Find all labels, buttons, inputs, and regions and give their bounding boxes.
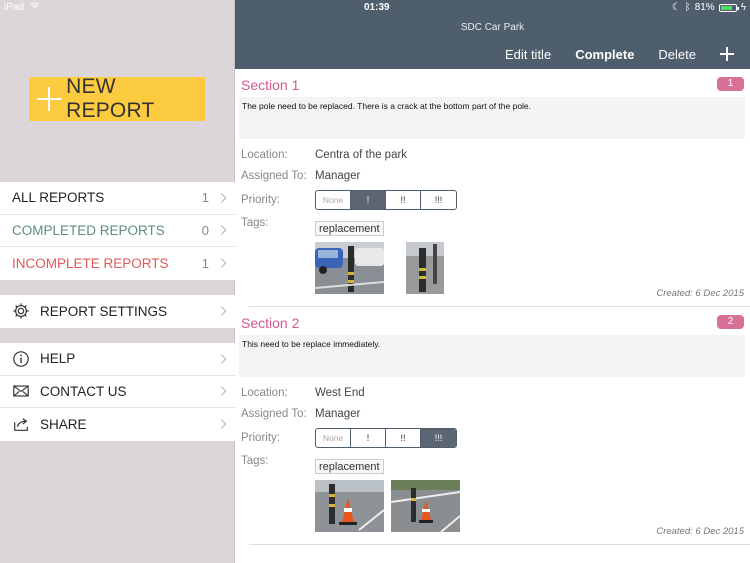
tag-chip[interactable]: replacement <box>315 221 384 236</box>
priority-low[interactable]: ! <box>351 191 386 209</box>
info-icon <box>12 350 30 368</box>
device-label: iPad <box>4 2 40 13</box>
bluetooth-icon: ᛒ <box>684 2 691 13</box>
location-value[interactable]: Centra of the park <box>315 149 407 161</box>
report-settings-label: REPORT SETTINGS <box>40 303 168 319</box>
settings-group: REPORT SETTINGS <box>0 295 235 328</box>
share-label: SHARE <box>40 416 87 432</box>
incomplete-reports-count: 1 <box>201 255 209 271</box>
created-date: Created: 6 Dec 2015 <box>656 526 744 537</box>
plus-icon <box>37 87 62 111</box>
gear-icon <box>12 302 30 320</box>
priority-medium[interactable]: !! <box>386 191 421 209</box>
report-title: SDC Car Park <box>460 22 525 33</box>
priority-low[interactable]: ! <box>351 429 386 447</box>
wifi-icon <box>30 2 40 9</box>
complete-button[interactable]: Complete <box>575 47 634 62</box>
priority-selector: None ! !! !!! <box>315 190 457 210</box>
created-date: Created: 6 Dec 2015 <box>656 288 744 299</box>
sidebar-item-completed-reports[interactable]: COMPLETED REPORTS 0 <box>0 215 235 247</box>
all-reports-count: 1 <box>201 190 209 206</box>
priority-selector: None ! !! !!! <box>315 428 457 448</box>
priority-label: Priority: <box>241 194 280 206</box>
status-right: ☾ ᛒ 81% ϟ <box>672 2 746 13</box>
charging-icon: ϟ <box>740 2 746 13</box>
assigned-to-label: Assigned To: <box>241 408 307 420</box>
chevron-right-icon <box>216 192 227 203</box>
section-divider <box>249 544 750 545</box>
section-description[interactable]: This need to be replace immediately. <box>239 335 745 377</box>
section-title: Section 1 <box>241 77 300 93</box>
nav-actions: Edit title Complete Delete <box>481 45 750 63</box>
battery-icon <box>718 3 739 12</box>
location-value[interactable]: West End <box>315 387 365 399</box>
photo-thumbnail[interactable] <box>315 480 384 532</box>
sidebar-item-report-settings[interactable]: REPORT SETTINGS <box>0 295 235 328</box>
chevron-right-icon <box>216 258 227 269</box>
priority-label: Priority: <box>241 432 280 444</box>
chevron-right-icon <box>216 386 227 397</box>
completed-reports-label: COMPLETED REPORTS <box>12 222 165 238</box>
assigned-to-value[interactable]: Manager <box>315 170 360 182</box>
priority-high[interactable]: !!! <box>421 191 456 209</box>
location-label: Location: <box>241 149 288 161</box>
location-label: Location: <box>241 387 288 399</box>
contact-us-label: CONTACT US <box>40 383 127 399</box>
all-reports-label: ALL REPORTS <box>12 190 105 206</box>
sidebar-item-contact-us[interactable]: CONTACT US <box>0 376 235 408</box>
sidebar-item-share[interactable]: SHARE <box>0 408 235 441</box>
section-card[interactable]: Section 1 1 The pole need to be replaced… <box>235 77 750 307</box>
report-list-group: ALL REPORTS 1 COMPLETED REPORTS 0 INCOMP… <box>0 182 235 280</box>
tags-label: Tags: <box>241 217 269 229</box>
moon-icon: ☾ <box>671 2 681 13</box>
help-label: HELP <box>40 351 76 367</box>
new-report-button[interactable]: NEW REPORT <box>29 75 205 122</box>
new-report-label: NEW REPORT <box>66 75 155 122</box>
status-time: 01:39 <box>364 2 390 13</box>
assigned-to-value[interactable]: Manager <box>315 408 360 420</box>
chevron-right-icon <box>216 225 227 236</box>
envelope-icon <box>12 382 30 400</box>
chevron-right-icon <box>216 353 227 364</box>
priority-none[interactable]: None <box>316 191 351 209</box>
chevron-right-icon <box>216 419 227 430</box>
assigned-to-label: Assigned To: <box>241 170 307 182</box>
completed-reports-count: 0 <box>201 222 209 238</box>
delete-button[interactable]: Delete <box>658 47 696 62</box>
tag-chip[interactable]: replacement <box>315 459 384 474</box>
priority-medium[interactable]: !! <box>386 429 421 447</box>
report-detail: SDC Car Park Edit title Complete Delete … <box>235 0 750 563</box>
sidebar: NEW REPORT ALL REPORTS 1 COMPLETED REPOR… <box>0 0 235 563</box>
incomplete-reports-label: INCOMPLETE REPORTS <box>12 255 169 271</box>
photo-thumbnail[interactable] <box>393 242 459 294</box>
section-number-badge: 1 <box>717 77 744 91</box>
add-section-icon[interactable] <box>720 47 734 61</box>
edit-title-button[interactable]: Edit title <box>505 47 551 62</box>
status-bar: iPad 01:39 ☾ ᛒ 81% ϟ <box>0 0 750 16</box>
tags-label: Tags: <box>241 455 269 467</box>
section-number-badge: 2 <box>717 315 744 329</box>
photo-thumbnail[interactable] <box>315 242 384 294</box>
sidebar-item-incomplete-reports[interactable]: INCOMPLETE REPORTS 1 <box>0 247 235 280</box>
priority-high[interactable]: !!! <box>421 429 456 447</box>
section-title: Section 2 <box>241 315 300 331</box>
section-description[interactable]: The pole need to be replaced. There is a… <box>239 97 745 139</box>
section-card[interactable]: Section 2 2 This need to be replace imme… <box>235 315 750 545</box>
section-divider <box>249 306 750 307</box>
sidebar-item-help[interactable]: HELP <box>0 343 235 376</box>
share-icon <box>12 415 30 433</box>
battery-percent: 81% <box>694 2 715 13</box>
photo-thumbnail[interactable] <box>391 480 460 532</box>
chevron-right-icon <box>216 306 227 317</box>
info-group: HELP CONTACT US SHARE <box>0 343 235 441</box>
priority-none[interactable]: None <box>316 429 351 447</box>
sidebar-item-all-reports[interactable]: ALL REPORTS 1 <box>0 182 235 215</box>
